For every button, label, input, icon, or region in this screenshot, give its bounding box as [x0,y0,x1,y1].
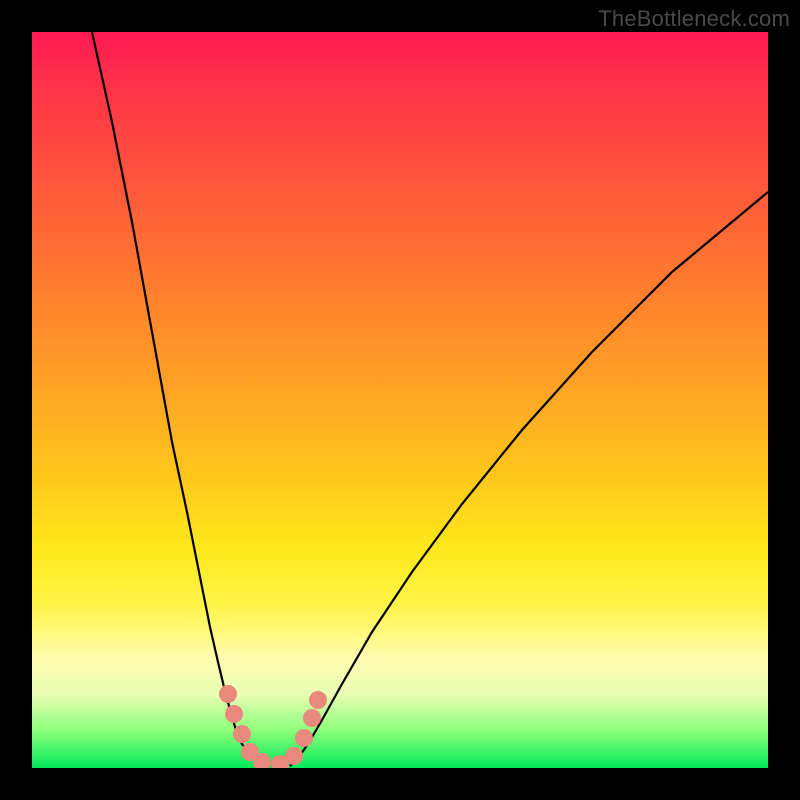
bead-marker [285,747,303,765]
watermark-text: TheBottleneck.com [598,6,790,32]
bead-marker [295,729,313,747]
bead-marker [303,709,321,727]
plot-area [32,32,768,768]
left-curve [92,32,266,766]
bead-marker [225,705,243,723]
bead-marker [233,725,251,743]
bead-marker [219,685,237,703]
right-curve [290,192,768,766]
curve-layer [32,32,768,768]
chart-frame: TheBottleneck.com [0,0,800,800]
bead-marker [309,691,327,709]
